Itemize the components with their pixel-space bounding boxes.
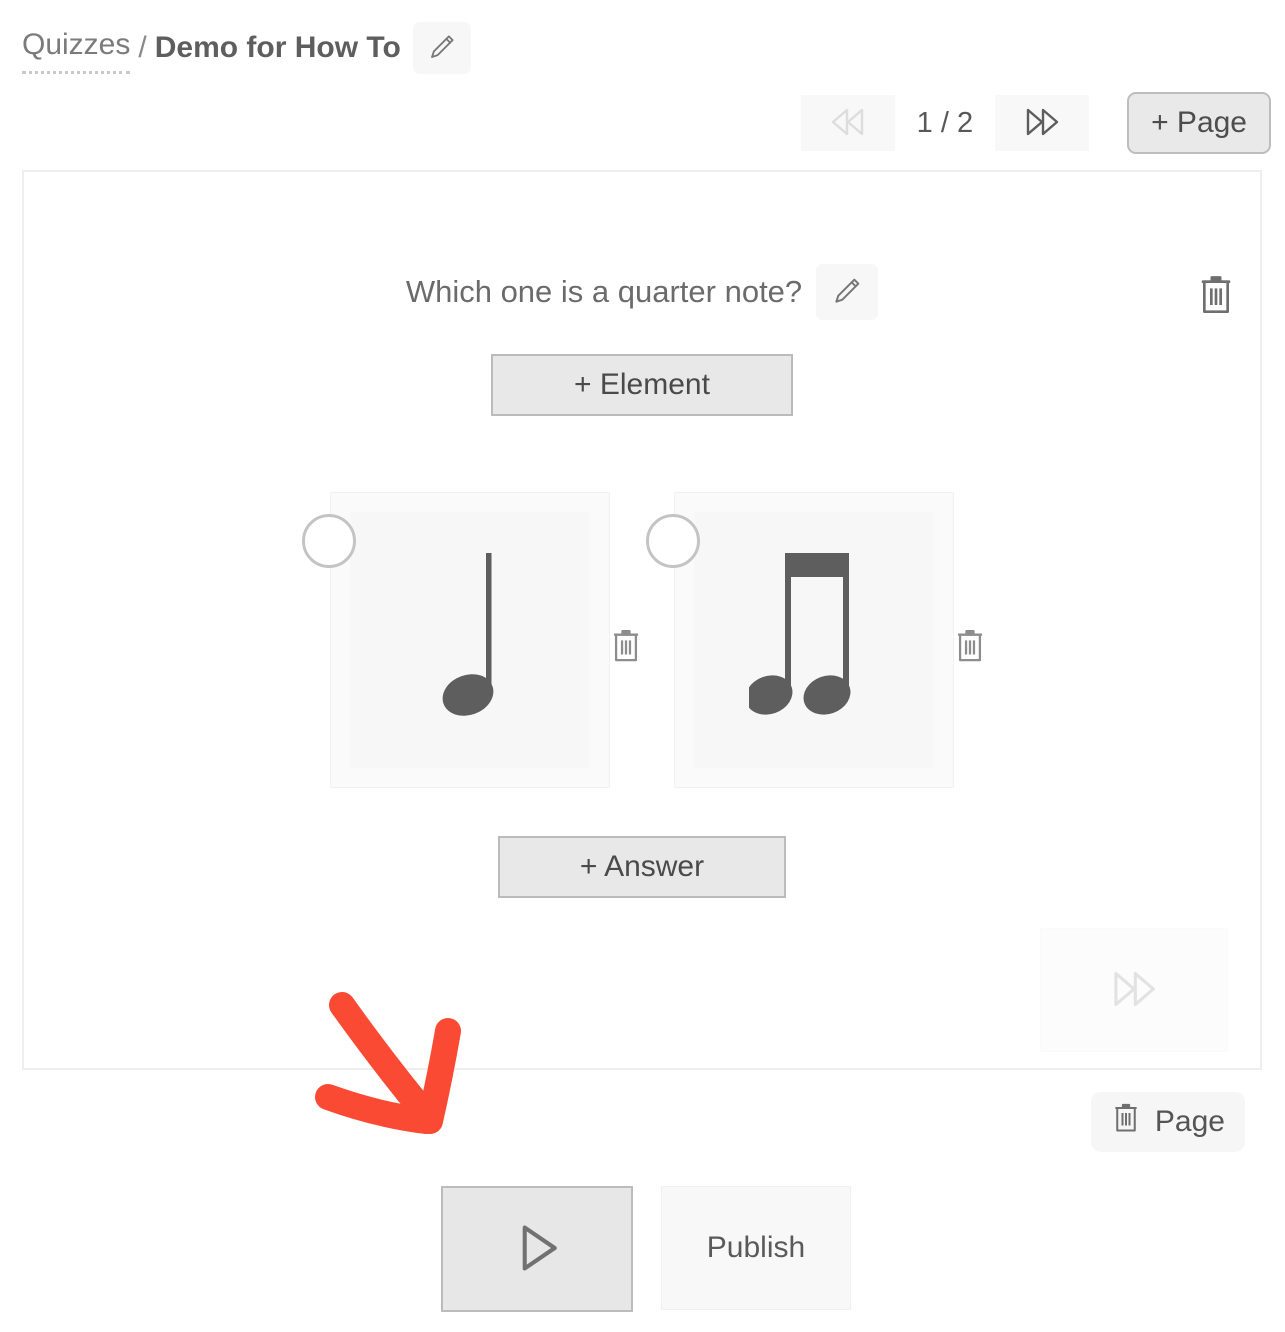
footer-actions: Publish: [441, 1186, 851, 1312]
quiz-editor-page: Quizzes / Demo for How To 1 / 2 + Page W…: [0, 0, 1285, 1332]
fast-forward-icon: [1018, 102, 1066, 145]
publish-button[interactable]: Publish: [661, 1186, 851, 1310]
page-counter: 1 / 2: [916, 106, 974, 139]
previous-page-button[interactable]: [800, 95, 895, 151]
answer-card[interactable]: [674, 492, 954, 788]
add-page-button[interactable]: + Page: [1127, 92, 1271, 154]
answer-options: [24, 492, 1260, 788]
edit-title-button[interactable]: [412, 22, 471, 74]
page-navigation: 1 / 2 + Page: [800, 92, 1271, 154]
delete-answer-button[interactable]: [948, 625, 992, 669]
delete-answer-button[interactable]: [604, 625, 648, 669]
answer-radio[interactable]: [302, 514, 356, 568]
answer-media-panel: [694, 512, 934, 768]
pencil-icon: [831, 275, 863, 310]
answer-option: [302, 492, 639, 788]
fast-forward-icon: [1103, 963, 1165, 1018]
trash-icon: [953, 627, 987, 668]
edit-question-button[interactable]: [816, 264, 879, 320]
rewind-icon: [824, 102, 872, 145]
quiz-canvas: Which one is a quarter note? + Element +…: [22, 170, 1262, 1070]
play-icon: [509, 1218, 565, 1281]
delete-page-label: Page: [1154, 1105, 1225, 1138]
answer-card[interactable]: [330, 492, 610, 788]
breadcrumb-separator: /: [138, 31, 147, 64]
answer-radio[interactable]: [646, 514, 700, 568]
page-title: Demo for How To: [154, 31, 401, 64]
preview-play-button[interactable]: [441, 1186, 633, 1312]
trash-icon: [1196, 273, 1236, 320]
answer-media-panel: [350, 512, 590, 768]
delete-page-button[interactable]: Page: [1090, 1092, 1245, 1152]
add-answer-button[interactable]: + Answer: [498, 836, 786, 898]
beamed-eighth-notes-icon: [745, 543, 879, 738]
pencil-icon: [427, 32, 457, 65]
delete-question-button[interactable]: [1190, 270, 1242, 322]
breadcrumb-parent-link[interactable]: Quizzes: [22, 23, 131, 74]
add-element-button[interactable]: + Element: [491, 354, 793, 416]
quarter-note-icon: [420, 543, 520, 738]
next-page-button[interactable]: [995, 95, 1090, 151]
canvas-next-button[interactable]: [1040, 928, 1228, 1052]
trash-icon: [609, 627, 643, 668]
question-text: Which one is a quarter note?: [405, 274, 803, 309]
trash-icon: [1111, 1101, 1141, 1143]
answer-option: [646, 492, 983, 788]
breadcrumb: Quizzes / Demo for How To: [22, 22, 471, 74]
question-row: Which one is a quarter note?: [24, 264, 1260, 320]
